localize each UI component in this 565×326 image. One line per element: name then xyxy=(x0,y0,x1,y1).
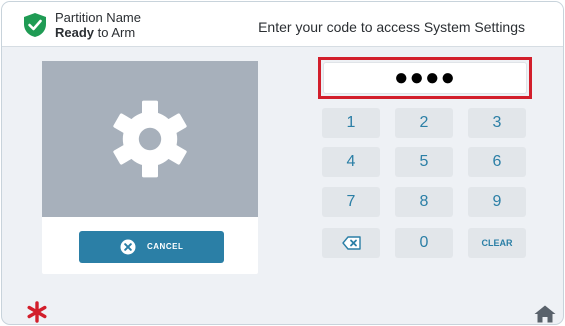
arm-status-rest: to Arm xyxy=(94,25,136,40)
backspace-icon xyxy=(342,236,361,250)
arm-status-bold: Ready xyxy=(55,25,95,40)
header-bar: Partition Name Ready to Arm Enter your c… xyxy=(2,2,563,47)
home-icon[interactable] xyxy=(534,305,556,323)
key-8[interactable]: 8 xyxy=(395,187,453,217)
key-2[interactable]: 2 xyxy=(395,108,453,138)
cancel-label: CANCEL xyxy=(147,242,184,251)
gear-icon xyxy=(113,100,187,178)
pin-display: ●●●● xyxy=(323,62,527,94)
circle-x-icon xyxy=(120,239,136,255)
asterisk-icon xyxy=(27,301,47,323)
arm-status: Ready to Arm xyxy=(55,25,135,40)
cancel-button[interactable]: CANCEL xyxy=(79,231,224,263)
key-6[interactable]: 6 xyxy=(468,147,526,177)
code-prompt: Enter your code to access System Setting… xyxy=(258,19,525,35)
key-0[interactable]: 0 xyxy=(395,228,453,258)
shield-check-icon xyxy=(24,13,46,37)
settings-panel: CANCEL xyxy=(42,61,258,274)
partition-name: Partition Name xyxy=(55,10,141,25)
key-1[interactable]: 1 xyxy=(322,108,380,138)
key-9[interactable]: 9 xyxy=(468,187,526,217)
key-5[interactable]: 5 xyxy=(395,147,453,177)
settings-image xyxy=(42,61,258,217)
screen-frame: Partition Name Ready to Arm Enter your c… xyxy=(1,1,564,325)
key-3[interactable]: 3 xyxy=(468,108,526,138)
clear-key[interactable]: CLEAR xyxy=(468,228,526,258)
key-7[interactable]: 7 xyxy=(322,187,380,217)
key-4[interactable]: 4 xyxy=(322,147,380,177)
backspace-key[interactable] xyxy=(322,228,380,258)
